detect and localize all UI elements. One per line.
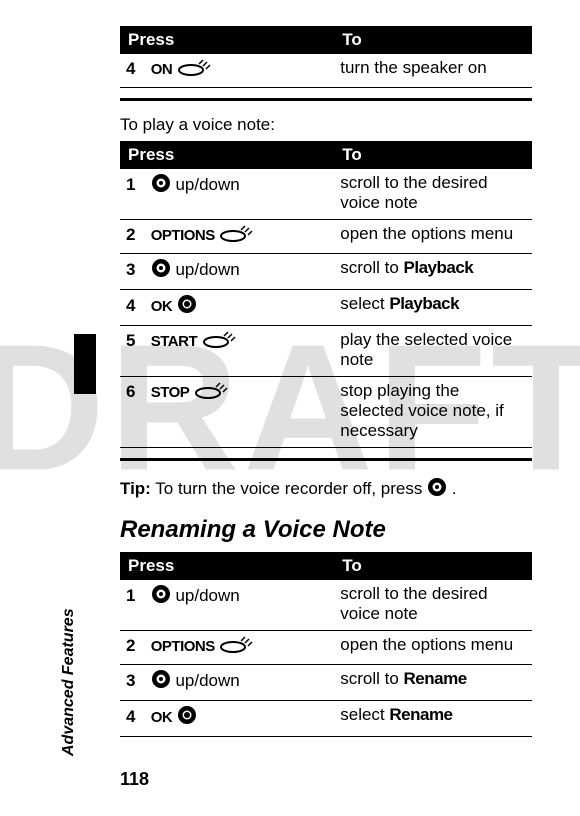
step-number: 4: [126, 296, 146, 316]
step-number: 5: [126, 331, 146, 351]
step-number: 2: [126, 636, 146, 656]
action-text: turn the speaker on: [334, 54, 532, 88]
action-text: play the selected voice note: [334, 326, 532, 377]
table-row: 2 OPTIONS open the options menu: [120, 631, 532, 665]
section-heading: Renaming a Voice Note: [120, 516, 532, 544]
col-to: To: [334, 141, 532, 169]
step-number: 4: [126, 707, 146, 727]
table-row: 1 up/down scroll to the desired voice no…: [120, 169, 532, 220]
col-to: To: [334, 552, 532, 580]
instruction-table-2: Press To 1 up/down scroll to the desired…: [120, 141, 532, 448]
center-key-icon: [177, 705, 197, 730]
instruction-table-3: Press To 1 up/down scroll to the desired…: [120, 552, 532, 737]
key-label: OK: [151, 298, 173, 315]
step-number: 3: [126, 260, 146, 280]
key-suffix: up/down: [175, 586, 239, 605]
key-label: START: [151, 333, 197, 350]
nav-key-icon: [151, 258, 171, 283]
key-label: OPTIONS: [151, 638, 215, 655]
key-label: ON: [151, 61, 173, 78]
intro-text: To play a voice note:: [120, 115, 532, 135]
side-tab: [74, 334, 96, 394]
table-row: 4 ON turn the speaker on: [120, 54, 532, 88]
action-text: scroll to Rename: [334, 665, 532, 701]
page-number: 118: [120, 769, 149, 790]
table-row: 3 up/down scroll to Playback: [120, 254, 532, 290]
step-number: 2: [126, 225, 146, 245]
table-row: 5 START play the selected voice note: [120, 326, 532, 377]
softkey-icon: [219, 635, 253, 658]
action-text: open the options menu: [334, 220, 532, 254]
table-row: 1 up/down scroll to the desired voice no…: [120, 580, 532, 631]
table-row: 4 OK select Rename: [120, 701, 532, 737]
side-label: Advanced Features: [60, 608, 78, 756]
table-row: 4 OK select Playback: [120, 290, 532, 326]
rule: [120, 98, 532, 101]
key-label: OPTIONS: [151, 227, 215, 244]
step-number: 6: [126, 382, 146, 402]
tip-text: Tip: To turn the voice recorder off, pre…: [120, 477, 532, 502]
instruction-table-1: Press To 4 ON turn the speaker on: [120, 26, 532, 88]
nav-key-icon: [427, 477, 447, 502]
action-text: select Playback: [334, 290, 532, 326]
softkey-icon: [194, 381, 228, 404]
rule: [120, 458, 532, 461]
nav-key-icon: [151, 669, 171, 694]
action-text: scroll to the desired voice note: [334, 169, 532, 220]
key-label: STOP: [151, 384, 190, 401]
step-number: 1: [126, 586, 146, 606]
nav-key-icon: [151, 173, 171, 198]
softkey-icon: [202, 330, 236, 353]
action-text: open the options menu: [334, 631, 532, 665]
col-to: To: [334, 26, 532, 54]
key-suffix: up/down: [175, 175, 239, 194]
step-number: 3: [126, 671, 146, 691]
step-number: 1: [126, 175, 146, 195]
col-press: Press: [120, 26, 334, 54]
action-text: select Rename: [334, 701, 532, 737]
action-text: scroll to the desired voice note: [334, 580, 532, 631]
table-row: 3 up/down scroll to Rename: [120, 665, 532, 701]
action-text: scroll to Playback: [334, 254, 532, 290]
softkey-icon: [219, 224, 253, 247]
table-row: 6 STOP stop playing the selected voice n…: [120, 377, 532, 448]
page-content: Advanced Features 118 Press To 4 ON turn…: [0, 0, 580, 816]
table-1-body: 4 ON turn the speaker on: [120, 54, 532, 88]
softkey-icon: [177, 58, 211, 81]
key-suffix: up/down: [175, 260, 239, 279]
table-row: 2 OPTIONS open the options menu: [120, 220, 532, 254]
key-label: OK: [151, 709, 173, 726]
action-text: stop playing the selected voice note, if…: [334, 377, 532, 448]
center-key-icon: [177, 294, 197, 319]
col-press: Press: [120, 141, 334, 169]
col-press: Press: [120, 552, 334, 580]
key-suffix: up/down: [175, 671, 239, 690]
step-number: 4: [126, 59, 146, 79]
nav-key-icon: [151, 584, 171, 609]
tip-label: Tip:: [120, 479, 151, 498]
